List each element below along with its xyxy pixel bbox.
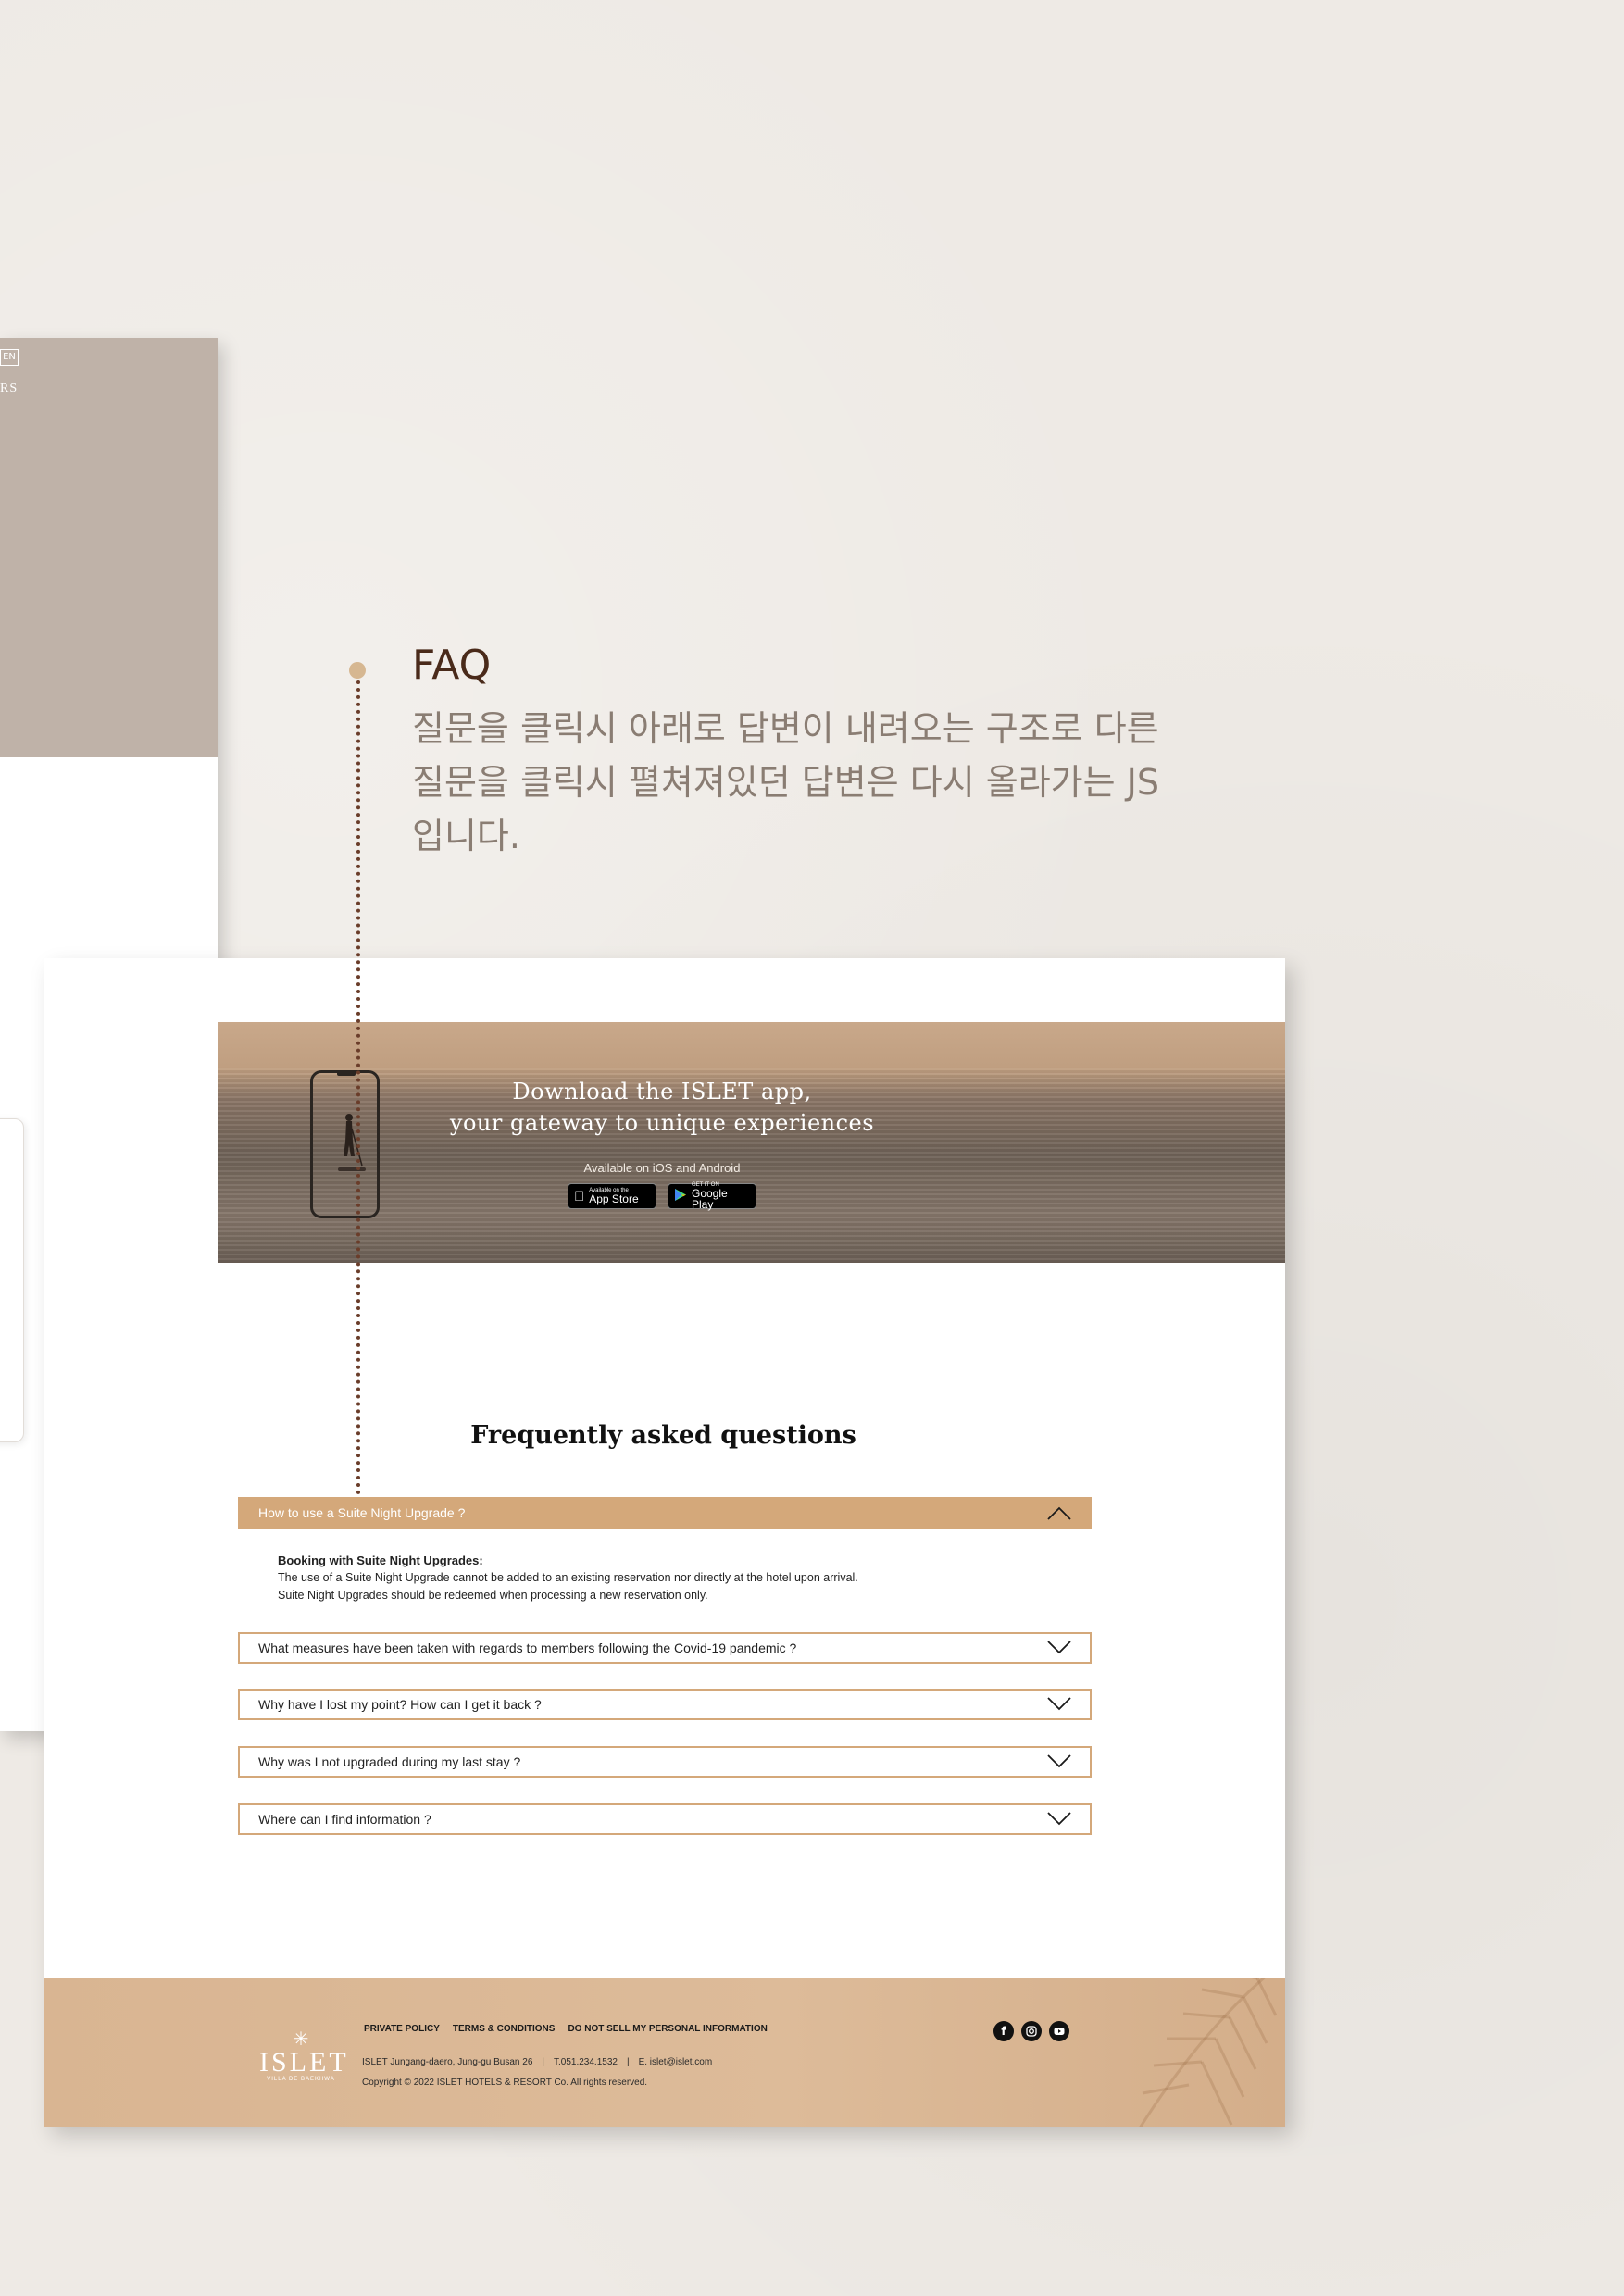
google-play-icon (674, 1188, 687, 1204)
faq-question: Why was I not upgraded during my last st… (258, 1754, 521, 1769)
chevron-down-icon[interactable] (1047, 1697, 1071, 1712)
banner-subtitle: Available on iOS and Android (583, 1161, 741, 1175)
instagram-icon[interactable] (1021, 2021, 1042, 2041)
google-play-label: Google Play (692, 1187, 728, 1211)
footer-contact: ISLET Jungang-daero, Jung-gu Busan 26 | … (362, 2057, 712, 2067)
faq-question: How to use a Suite Night Upgrade ? (258, 1505, 466, 1520)
annotation-title: FAQ (412, 642, 492, 689)
faq-item-2[interactable]: What measures have been taken with regar… (238, 1632, 1092, 1664)
faq-question: Where can I find information ? (258, 1812, 431, 1827)
banner-title: Download the ISLET app, your gateway to … (218, 1076, 1106, 1139)
faq-answer: Booking with Suite Night Upgrades: The u… (278, 1552, 1074, 1604)
banner-title-line1: Download the ISLET app, (512, 1079, 812, 1104)
chevron-down-icon[interactable] (1047, 1812, 1071, 1827)
faq-item-5[interactable]: Where can I find information ? (238, 1803, 1092, 1835)
footer-separator: | (542, 2057, 544, 2067)
logo-tagline: VILLA DE BAEKHWA (267, 2077, 335, 2082)
youtube-icon[interactable] (1049, 2021, 1069, 2041)
footer: ✳ ISLET VILLA DE BAEKHWA PRIVATE POLICY … (44, 1978, 1285, 2127)
app-store-button[interactable]:  Available on the App Store (568, 1183, 656, 1209)
footer-email[interactable]: E. islet@islet.com (639, 2057, 713, 2067)
footer-phone: T.051.234.1532 (554, 2057, 618, 2067)
annotation-dot (349, 662, 366, 679)
annotation-description: 질문을 클릭시 아래로 답변이 내려오는 구조로 다른 질문을 클릭시 펼쳐져있… (412, 708, 1160, 856)
privacy-policy-link[interactable]: PRIVATE POLICY (364, 2024, 440, 2034)
footer-separator: | (626, 2057, 630, 2067)
hero-text: RS (0, 381, 19, 395)
faq-item-3[interactable]: Why have I lost my point? How can I get … (238, 1689, 1092, 1720)
faq-answer-title: Booking with Suite Night Upgrades: (278, 1554, 483, 1567)
social-links: f (993, 2021, 1069, 2041)
do-not-sell-link[interactable]: DO NOT SELL MY PERSONAL INFORMATION (568, 2024, 767, 2034)
banner-title-line2: your gateway to unique experiences (449, 1110, 875, 1136)
app-store-label: App Store (579, 1192, 638, 1205)
language-badge[interactable]: EN (0, 349, 19, 366)
side-card (0, 1118, 24, 1442)
terms-link[interactable]: TERMS & CONDITIONS (453, 2024, 556, 2034)
apple-icon:  (574, 1190, 584, 1204)
faq-question: Why have I lost my point? How can I get … (258, 1697, 542, 1712)
faq-answer-line2: Suite Night Upgrades should be redeemed … (278, 1589, 708, 1602)
faq-item-1[interactable]: How to use a Suite Night Upgrade ? (238, 1497, 1092, 1529)
footer-links: PRIVATE POLICY TERMS & CONDITIONS DO NOT… (364, 2024, 768, 2034)
store-badges:  Available on the App Store GET IT ON G… (568, 1182, 756, 1211)
google-play-button[interactable]: GET IT ON Google Play (668, 1182, 756, 1211)
chevron-down-icon[interactable] (1047, 1641, 1071, 1655)
app-download-banner: Download the ISLET app, your gateway to … (218, 1022, 1285, 1263)
chevron-up-icon[interactable] (1047, 1505, 1071, 1520)
hero-image: EN RS (0, 338, 218, 757)
annotation-dotted-line (356, 680, 360, 1495)
footer-address: ISLET Jungang-daero, Jung-gu Busan 26 (362, 2057, 533, 2067)
chevron-down-icon[interactable] (1047, 1754, 1071, 1769)
palm-logo-icon: ✳ (293, 2029, 309, 2050)
footer-copyright: Copyright © 2022 ISLET HOTELS & RESORT C… (362, 2078, 648, 2088)
footer-logo[interactable]: ✳ ISLET VILLA DE BAEKHWA (259, 2029, 349, 2082)
palm-leaf-decoration (1139, 1978, 1278, 2127)
faq-answer-line1: The use of a Suite Night Upgrade cannot … (278, 1571, 858, 1584)
faq-heading: Frequently asked questions (470, 1421, 856, 1450)
facebook-icon[interactable]: f (993, 2021, 1014, 2041)
faq-item-4[interactable]: Why was I not upgraded during my last st… (238, 1746, 1092, 1778)
faq-question: What measures have been taken with regar… (258, 1641, 797, 1655)
logo-name: ISLET (259, 2047, 349, 2078)
